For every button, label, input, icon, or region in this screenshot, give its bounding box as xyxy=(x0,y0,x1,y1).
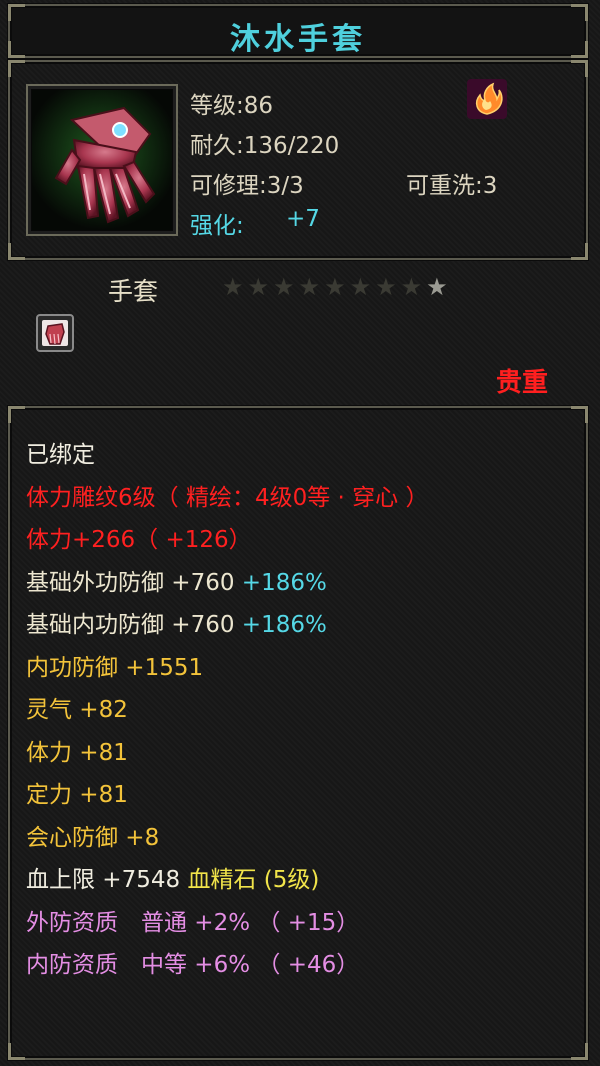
inner-defense-extra: 内功防御 +1551 xyxy=(26,654,204,681)
crit-defense-attribute: 会心防御 +8 xyxy=(26,824,160,851)
star-icon: ★ xyxy=(375,273,397,301)
item-type-label: 手套 xyxy=(108,277,159,306)
outer-defense: 基础外功防御 +760 xyxy=(26,569,235,596)
enhance-value: +7 xyxy=(286,206,320,232)
outer-aptitude: 外防资质 普通 +2% （ +15） xyxy=(26,909,360,936)
outer-defense-row: 基础外功防御 +760 +186% xyxy=(26,562,428,605)
flame-icon[interactable] xyxy=(466,78,508,120)
inner-defense-pct: +186% xyxy=(241,612,327,638)
star-icon: ★ xyxy=(349,273,372,301)
level-text: 等级:86 xyxy=(190,93,274,119)
item-icon-frame[interactable] xyxy=(26,84,178,236)
attribute-box: 已绑定 体力雕纹6级（ 精绘：4级0等 · 穿心 ） 体力+266（ +126）… xyxy=(8,406,588,1060)
hp-limit-row: 血上限 +7548 血精石 (5级) xyxy=(26,859,428,902)
durability-text: 耐久:136/220 xyxy=(190,133,340,159)
star-icon: ★ xyxy=(247,273,270,301)
inner-aptitude: 内防资质 中等 +6% （ +46） xyxy=(26,952,360,978)
attribute-list: 已绑定 体力雕纹6级（ 精绘：4级0等 · 穿心 ） 体力+266（ +126）… xyxy=(26,434,428,987)
stamina-bonus: 体力+266（ +126） xyxy=(26,527,252,553)
repair-count-text: 可修理:3/3 xyxy=(190,173,304,199)
glove-slot-icon[interactable] xyxy=(36,314,74,352)
rewash-count-text: 可重洗:3 xyxy=(406,173,498,199)
item-tooltip: 沐水手套 等级:86 耐久:136/220 可修理:3/3 可重洗:3 强化: … xyxy=(0,0,600,1066)
star-icon: ★ xyxy=(400,273,423,301)
inner-defense: 基础内功防御 +760 xyxy=(26,612,235,638)
bound-status: 已绑定 xyxy=(26,442,95,468)
star-icon: ★ xyxy=(298,273,321,301)
stamina-attribute: 体力 +81 xyxy=(26,739,128,766)
star-icon: ★ xyxy=(324,273,346,301)
item-grade: 贵重 xyxy=(495,368,548,398)
item-type-row: 手套 ★ ★ ★ ★ ★ ★ ★ ★ ★ 贵重 xyxy=(8,262,584,402)
inner-defense-row: 基础内功防御 +760 +186% xyxy=(26,604,428,647)
item-info-box: 等级:86 耐久:136/220 可修理:3/3 可重洗:3 强化: +7 xyxy=(8,60,588,260)
hp-limit: 血上限 +7548 xyxy=(26,867,181,893)
star-rating: ★ ★ ★ ★ ★ ★ ★ ★ ★ xyxy=(222,274,448,300)
item-name: 沐水手套 xyxy=(230,22,366,57)
outer-defense-pct: +186% xyxy=(241,569,327,596)
spirit-attribute: 灵气 +82 xyxy=(26,697,128,723)
gem-socket: 血精石 (5级) xyxy=(187,867,320,893)
star-icon: ★ xyxy=(222,273,244,301)
glove-icon xyxy=(32,90,172,230)
star-icon: ★ xyxy=(273,273,295,301)
focus-attribute: 定力 +81 xyxy=(26,782,128,808)
enhance-label: 强化: xyxy=(190,213,244,239)
title-bar: 沐水手套 xyxy=(8,4,588,58)
star-icon: ★ xyxy=(426,273,448,301)
carve-attribute: 体力雕纹6级（ 精绘：4级0等 · 穿心 ） xyxy=(26,484,429,511)
